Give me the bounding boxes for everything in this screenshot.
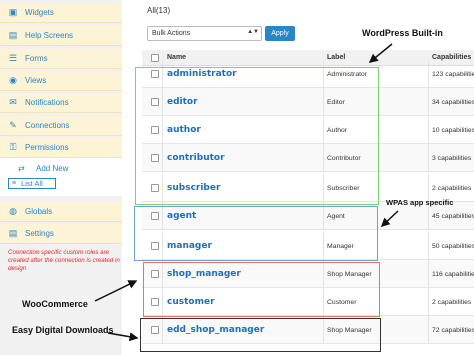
role-capabilities: 116 capabilities	[432, 271, 474, 278]
role-capabilities: 2 capabilities	[432, 299, 472, 306]
annotation-woocommerce: WooCommerce	[22, 299, 88, 309]
column-divider	[428, 60, 429, 88]
role-capabilities: 34 capabilities	[432, 99, 474, 106]
chevron-down-icon: ▲▼	[247, 29, 259, 35]
sidebar-item-notifications[interactable]: ✉ Notifications	[0, 93, 122, 113]
role-capabilities: 3 capabilities	[432, 155, 472, 162]
sidebar-item-label: Notifications	[25, 98, 69, 107]
role-capabilities: 10 capabilities	[432, 127, 474, 134]
column-divider	[428, 116, 429, 144]
list-icon: ≡	[12, 180, 17, 187]
submenu-label: List All	[21, 179, 43, 188]
column-divider	[428, 260, 429, 288]
sidebar-item-globals[interactable]: ◍ Globals	[0, 202, 122, 222]
sidebar-item-widgets[interactable]: ▣ Widgets	[0, 3, 122, 23]
sidebar-item-label: Help Screens	[25, 31, 74, 40]
annotation-edd: Easy Digital Downloads	[12, 325, 114, 335]
role-capabilities: 2 capabilities	[432, 185, 472, 192]
sidebar-item-label: Settings	[25, 229, 54, 238]
apply-button[interactable]: Apply	[265, 26, 295, 41]
annotation-wpas: WPAS app specific	[386, 198, 454, 207]
column-divider	[428, 288, 429, 316]
sidebar-item-label: Connections	[25, 121, 70, 130]
sidebar-item-label: Views	[25, 76, 47, 85]
sidebar-item-label: Globals	[25, 207, 53, 216]
sidebar-item-label: Widgets	[25, 8, 54, 17]
globals-icon: ◍	[9, 206, 17, 216]
column-divider	[428, 144, 429, 172]
column-divider	[428, 316, 429, 344]
forms-icon: ☰	[8, 53, 18, 63]
connection-roles-note: Connection specific custom roles are cre…	[8, 249, 120, 272]
sidebar-item-label: Permissions	[25, 143, 69, 152]
sidebar-item-forms[interactable]: ☰ Forms	[0, 49, 122, 69]
sidebar-item-connections[interactable]: ✎ Connections	[0, 116, 122, 136]
edd-frame	[140, 318, 381, 352]
wordpress-builtin-frame	[135, 67, 379, 205]
submenu-add-new[interactable]: ⇄ Add New	[0, 159, 122, 177]
connections-icon: ✎	[9, 120, 17, 130]
notifications-icon: ✉	[9, 97, 17, 107]
submenu-list-all[interactable]: ≡ List All	[8, 178, 56, 189]
widgets-icon: ▣	[8, 7, 18, 17]
views-icon: ◉	[9, 75, 17, 85]
sidebar-item-help-screens[interactable]: ▤ Help Screens	[0, 26, 122, 46]
sidebar-item-views[interactable]: ◉ Views	[0, 71, 122, 91]
woocommerce-frame	[143, 262, 380, 317]
sidebar-item-permissions[interactable]: ⚿ Permissions	[0, 138, 122, 158]
role-capabilities: 45 capabilities	[432, 213, 474, 220]
help-icon: ▤	[8, 30, 18, 40]
role-capabilities: 123 capabilities	[432, 71, 474, 78]
annotation-wordpress-builtin: WordPress Built-in	[362, 28, 443, 38]
wpas-frame	[134, 206, 378, 261]
settings-icon: ▤	[8, 228, 18, 238]
bulk-actions-value: Bulk Actions	[152, 30, 191, 37]
add-icon: ⇄	[18, 163, 25, 173]
permissions-icon: ⚿	[9, 142, 17, 152]
role-capabilities: 72 capabilities	[432, 327, 474, 334]
sidebar-item-settings[interactable]: ▤ Settings	[0, 224, 122, 244]
column-divider	[428, 232, 429, 260]
role-capabilities: 50 capabilities	[432, 243, 474, 250]
sidebar-item-label: Forms	[25, 54, 48, 63]
role-count: All(13)	[147, 6, 171, 15]
column-divider	[428, 88, 429, 116]
submenu-label: Add New	[36, 163, 69, 173]
bulk-actions-select[interactable]: Bulk Actions ▲▼	[147, 26, 262, 41]
